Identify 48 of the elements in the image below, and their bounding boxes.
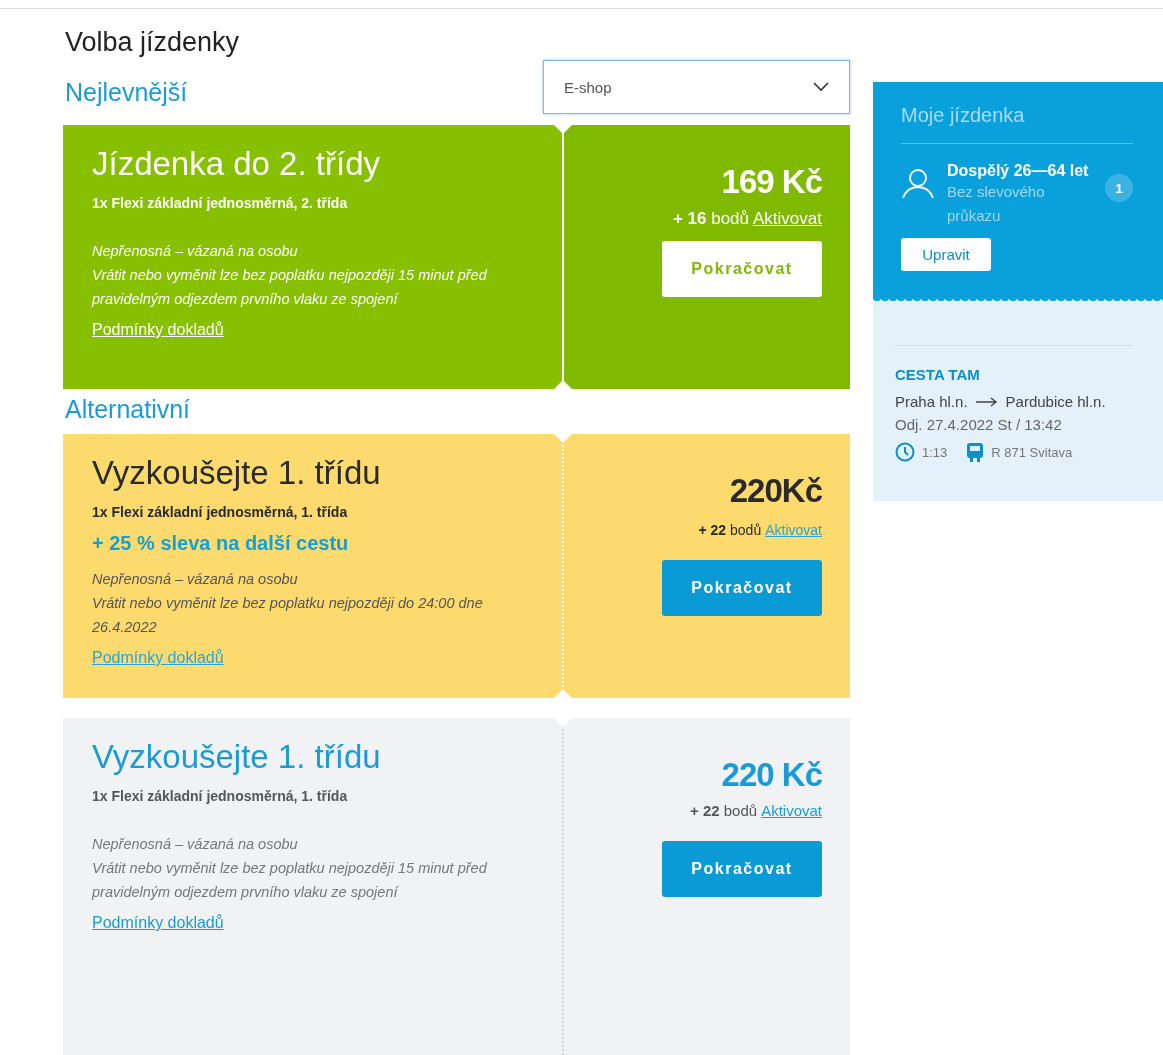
train-icon	[966, 441, 985, 463]
discount-label: Bez slevového průkazu	[947, 182, 1046, 226]
ticket-note: Nepřenosná – vázaná na osobu	[92, 570, 299, 589]
edit-button[interactable]: Upravit	[901, 238, 991, 271]
section-heading: Alternativní	[65, 395, 191, 424]
page-title: Volba jízdenky	[65, 27, 240, 58]
arrow-icon	[975, 396, 998, 407]
origin-station: Praha hl.n.	[895, 393, 968, 410]
continue-button[interactable]: Pokračovat	[662, 841, 822, 897]
ticket-price: 220 Kč	[721, 756, 822, 794]
ticket-type: 1x Flexi základní jednosměrná, 1. třída	[92, 504, 349, 520]
conditions-link[interactable]: Podmínky dokladů	[92, 321, 224, 339]
activate-link[interactable]: Aktivovat	[761, 802, 822, 819]
clock-icon	[895, 442, 915, 462]
shop-dropdown[interactable]: E-shop	[543, 60, 850, 114]
activate-link[interactable]: Aktivovat	[765, 522, 822, 538]
points-text: + 22 bodů	[689, 802, 758, 819]
trip-heading: CESTA TAM	[895, 345, 1133, 383]
ticket-title: Jízdenka do 2. třídy	[92, 145, 381, 183]
passenger-type: Dospělý 26—64 let	[947, 162, 1090, 180]
conditions-link[interactable]: Podmínky dokladů	[92, 914, 224, 932]
ticket-type: 1x Flexi základní jednosměrná, 1. třída	[92, 788, 349, 804]
points-text: + 16 bodů	[672, 209, 749, 228]
bonus-offer: + 25 % sleva na další cestu	[92, 532, 350, 555]
panel-title: Moje jízdenka	[901, 104, 1133, 144]
conditions-link[interactable]: Podmínky dokladů	[92, 649, 224, 667]
departure-time: Odj. 27.4.2022 St / 13:42	[895, 416, 1063, 433]
ticket-title: Vyzkoušejte 1. třídu	[92, 738, 382, 776]
destination-station: Pardubice hl.n.	[1005, 393, 1106, 410]
ticket-title: Vyzkoušejte 1. třídu	[92, 454, 382, 492]
train-name: R 871 Svitava	[991, 444, 1073, 460]
passenger-count: 1	[1105, 174, 1133, 202]
ticket-note: Vrátit nebo vyměnit lze bez poplatku nejpozději do 24:00 dne 26.4.2022	[92, 594, 484, 637]
trip-duration: 1:13	[922, 444, 948, 460]
ticket-note: Nepřenosná – vázaná na osobu	[92, 835, 299, 854]
ticket-type: 1x Flexi základní jednosměrná, 2. třída	[92, 195, 349, 211]
points-text: + 22 bodů	[698, 522, 762, 538]
ticket-price: 220Kč	[729, 472, 822, 510]
ticket-price: 169 Kč	[721, 163, 822, 201]
ticket-note: Nepřenosná – vázaná na osobu	[92, 242, 299, 261]
person-icon	[901, 168, 935, 200]
ticket-note: Vrátit nebo vyměnit lze bez poplatku nejpozději 15 minut před pravidelným odjezdem prvního vlaku ze spojení	[92, 859, 488, 902]
chevron-icon	[813, 82, 829, 92]
ticket-note: Vrátit nebo vyměnit lze bez poplatku nejpozději 15 minut před pravidelným odjezdem prvního vlaku ze spojení	[92, 266, 488, 309]
continue-button[interactable]: Pokračovat	[662, 560, 822, 616]
section-heading: Nejlevnější	[65, 78, 188, 107]
activate-link[interactable]: Aktivovat	[753, 209, 822, 228]
continue-button[interactable]: Pokračovat	[662, 241, 822, 297]
